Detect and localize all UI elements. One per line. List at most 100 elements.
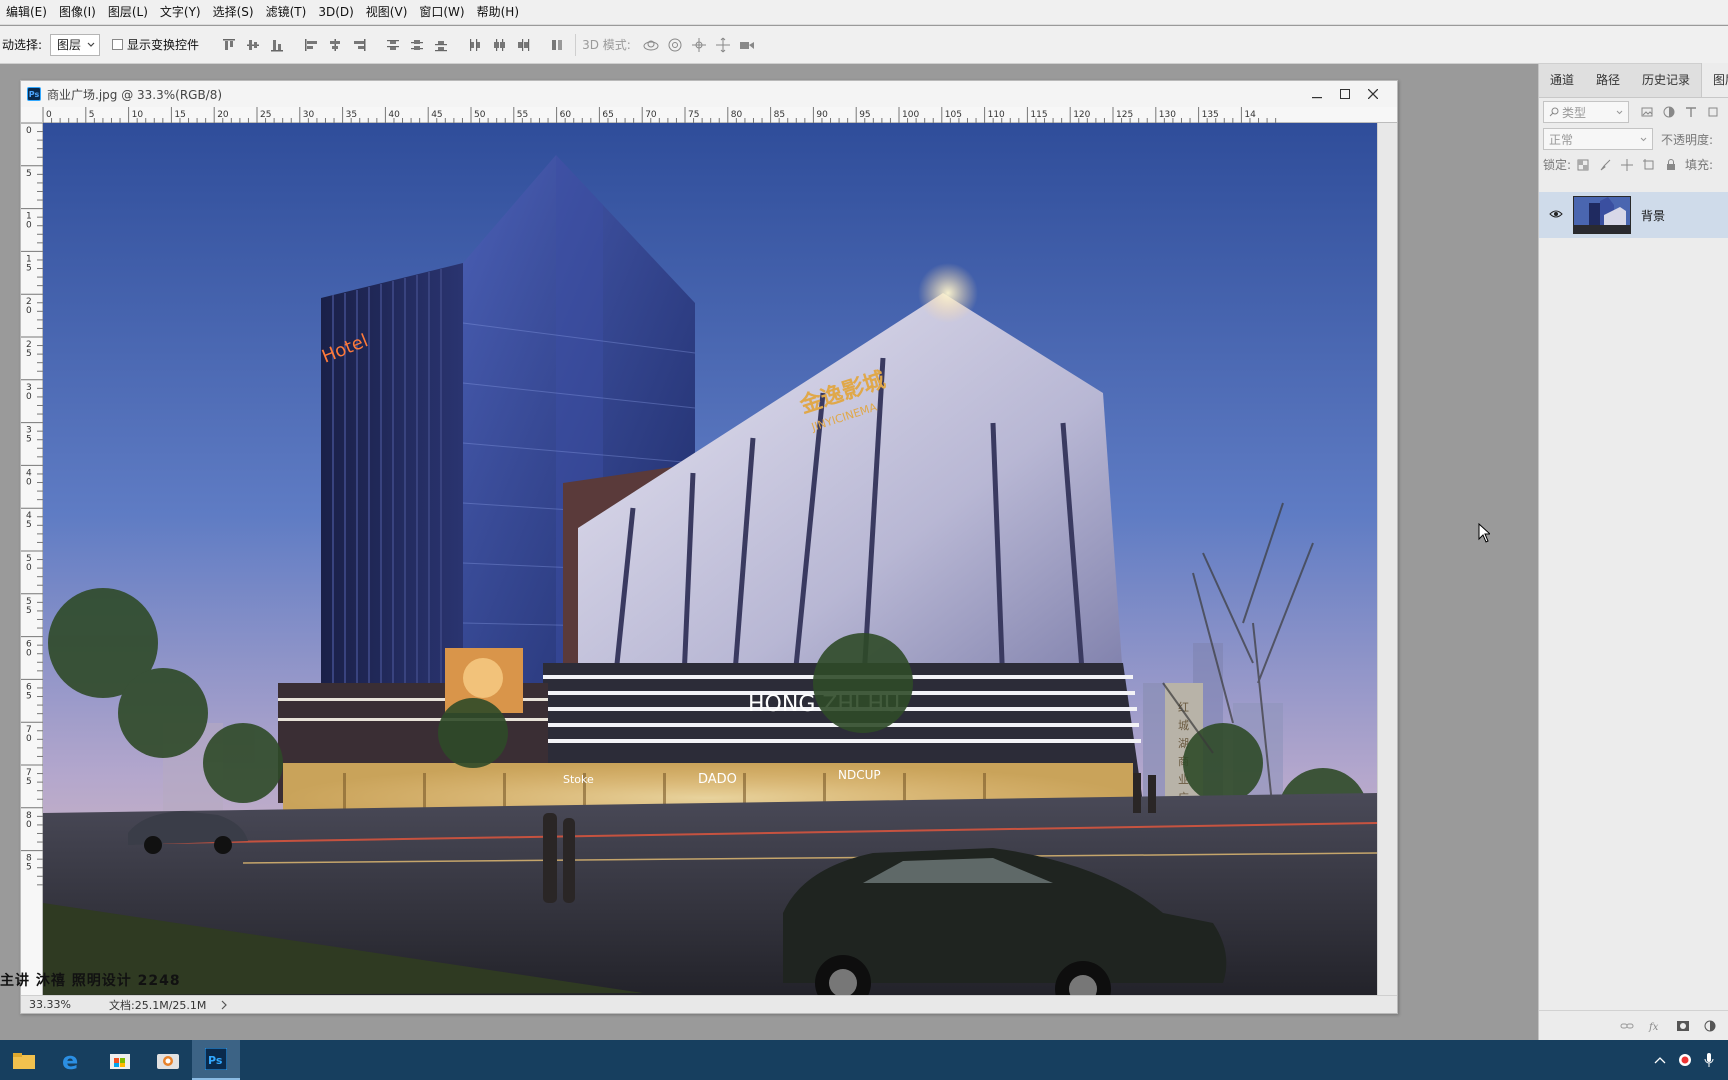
ruler-tick-label: 65 <box>602 110 613 120</box>
pan-3d-icon[interactable] <box>690 36 708 54</box>
menu-layer[interactable]: 图层(L) <box>102 0 154 25</box>
ruler-tick-label: 0 <box>26 306 32 316</box>
maximize-icon <box>1340 89 1350 99</box>
document-window: Ps 商业广场.jpg @ 33.3%(RGB/8) 0 5 10 15 20 25 30 3… <box>20 80 1398 1014</box>
blend-mode-select[interactable]: 正常 <box>1543 128 1653 150</box>
layer-filter-select[interactable]: 类型 <box>1543 101 1629 123</box>
ruler-tick-label: 95 <box>859 110 870 120</box>
microphone-icon[interactable] <box>1704 1053 1714 1067</box>
align-right-icon[interactable] <box>350 36 368 54</box>
distribute-hcenter-icon[interactable] <box>490 36 508 54</box>
ruler-tick-label: 5 <box>26 863 32 873</box>
align-vcenter-icon[interactable] <box>244 36 262 54</box>
ruler-tick-label: 35 <box>346 110 357 120</box>
minimize-icon <box>1312 97 1322 99</box>
image-canvas[interactable]: Hotel 金逸影城 JINYICINEMA HONG Stoke DADO N… <box>43 123 1377 995</box>
menu-help[interactable]: 帮助(H) <box>471 0 525 25</box>
layer-thumbnail <box>1573 196 1631 234</box>
chevron-right-icon[interactable] <box>220 1000 228 1010</box>
pylon-char: 城 <box>1178 719 1189 732</box>
document-title-bar[interactable]: Ps 商业广场.jpg @ 33.3%(RGB/8) <box>21 81 1397 107</box>
chevron-down-icon <box>87 42 95 47</box>
ruler-origin[interactable] <box>21 107 43 123</box>
show-transform-checkbox[interactable] <box>112 39 124 50</box>
menu-window[interactable]: 窗口(W) <box>413 0 470 25</box>
minimize-button[interactable] <box>1303 83 1331 105</box>
menu-view[interactable]: 视图(V) <box>360 0 414 25</box>
ruler-tick-label: 25 <box>260 110 271 120</box>
align-top-icon[interactable] <box>220 36 238 54</box>
fill-label: 填充: <box>1685 158 1714 172</box>
lock-transparent-icon[interactable] <box>1577 159 1589 171</box>
layers-panel-footer: fx <box>1539 1010 1728 1040</box>
shop-sign-dado: DADO <box>698 772 737 787</box>
menu-image[interactable]: 图像(I) <box>53 0 102 25</box>
tab-layers[interactable]: 图层 <box>1701 63 1728 97</box>
system-tray <box>1648 1040 1728 1080</box>
layer-row-background[interactable]: 背景 <box>1539 192 1728 238</box>
tab-history[interactable]: 历史记录 <box>1631 63 1701 97</box>
auto-align-icon[interactable] <box>548 36 566 54</box>
layer-filter-row: 类型 <box>1543 101 1719 123</box>
add-mask-icon[interactable] <box>1676 1020 1690 1032</box>
photoshop-taskbar-button[interactable]: Ps <box>192 1040 240 1080</box>
menu-3d[interactable]: 3D(D) <box>312 0 359 25</box>
edge-browser-button[interactable]: e <box>48 1040 96 1080</box>
align-left-icon[interactable] <box>302 36 320 54</box>
chevron-up-icon[interactable] <box>1654 1056 1666 1064</box>
scale-3d-icon[interactable] <box>738 36 756 54</box>
file-explorer-button[interactable] <box>0 1040 48 1080</box>
adjustment-filter-icon[interactable] <box>1663 106 1675 118</box>
orbit-3d-icon[interactable] <box>642 36 660 54</box>
lock-all-icon[interactable] <box>1665 158 1677 171</box>
menu-type[interactable]: 文字(Y) <box>154 0 207 25</box>
lock-artboard-icon[interactable] <box>1643 158 1655 171</box>
ruler-tick-label: 5 <box>26 691 32 701</box>
auto-select-dropdown[interactable]: 图层 <box>50 33 101 56</box>
menu-edit[interactable]: 编辑(E) <box>0 0 53 25</box>
horizontal-ruler[interactable]: 0 5 10 15 20 25 30 35 40 45 50 55 60 65 70 75 80 85 90 95 10… <box>42 107 1397 123</box>
menu-select[interactable]: 选择(S) <box>207 0 260 25</box>
type-filter-icon[interactable] <box>1685 106 1697 118</box>
tab-paths[interactable]: 路径 <box>1585 63 1631 97</box>
distribute-right-icon[interactable] <box>514 36 532 54</box>
ruler-tick-label: 125 <box>1116 110 1133 120</box>
fx-icon[interactable]: fx <box>1648 1020 1662 1032</box>
distribute-left-icon[interactable] <box>466 36 484 54</box>
menu-filter[interactable]: 滤镜(T) <box>260 0 313 25</box>
zoom-level[interactable]: 33.33% <box>29 998 99 1011</box>
store-button[interactable] <box>96 1040 144 1080</box>
eye-icon[interactable] <box>1549 209 1563 219</box>
shape-filter-icon[interactable] <box>1707 106 1719 118</box>
distribute-bottom-icon[interactable] <box>432 36 450 54</box>
distribute-vcenter-icon[interactable] <box>408 36 426 54</box>
ruler-tick-label: 10 <box>132 110 144 120</box>
chevron-down-icon <box>1616 110 1623 114</box>
camera-app-button[interactable] <box>144 1040 192 1080</box>
distribute-top-icon[interactable] <box>384 36 402 54</box>
menu-bar: 编辑(E) 图像(I) 图层(L) 文字(Y) 选择(S) 滤镜(T) 3D(D… <box>0 0 1728 25</box>
status-bar: 33.33% 文档:25.1M/25.1M <box>21 995 1397 1013</box>
vertical-ruler[interactable]: 0510152025303540455055606570758085 <box>21 122 43 995</box>
tab-channels[interactable]: 通道 <box>1539 63 1585 97</box>
lock-row: 锁定: 填充: <box>1543 156 1713 173</box>
slide-3d-icon[interactable] <box>714 36 732 54</box>
maximize-button[interactable] <box>1331 83 1359 105</box>
ruler-tick-label: 0 <box>26 734 32 744</box>
link-icon[interactable] <box>1620 1021 1634 1031</box>
lock-move-icon[interactable] <box>1621 158 1634 171</box>
layer-filter-value: 类型 <box>1562 105 1587 120</box>
shop-sign-stoke: Stoke <box>563 773 594 786</box>
pixel-filter-icon[interactable] <box>1641 106 1653 118</box>
ruler-tick-label: 15 <box>174 110 185 120</box>
close-button[interactable] <box>1359 83 1387 105</box>
vertical-scrollbar[interactable] <box>1377 123 1397 995</box>
new-adjustment-icon[interactable] <box>1704 1020 1716 1032</box>
lock-brush-icon[interactable] <box>1599 159 1611 171</box>
align-bottom-icon[interactable] <box>268 36 286 54</box>
roll-3d-icon[interactable] <box>666 36 684 54</box>
ruler-tick-label: 75 <box>688 110 699 120</box>
record-icon[interactable] <box>1678 1053 1692 1067</box>
align-hcenter-icon[interactable] <box>326 36 344 54</box>
camera-icon <box>157 1054 179 1069</box>
